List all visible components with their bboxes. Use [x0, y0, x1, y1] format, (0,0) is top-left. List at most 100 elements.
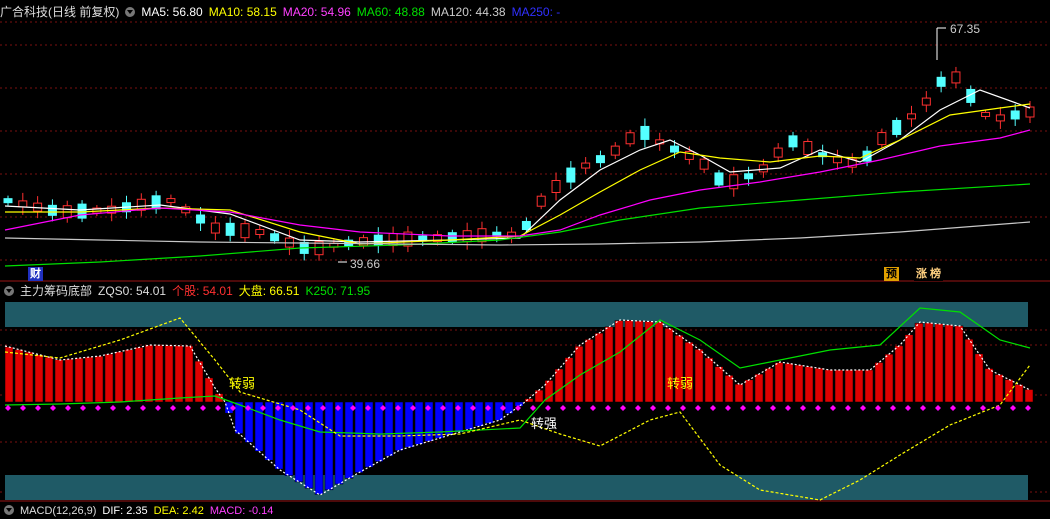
histogram-bar-positive	[914, 322, 924, 403]
candle-body	[240, 223, 250, 239]
signal-dot	[785, 405, 791, 411]
signal-dot	[545, 405, 551, 411]
histogram-bar-positive	[4, 346, 14, 403]
candle-body	[877, 132, 887, 146]
histogram-bar-negative	[304, 401, 314, 489]
histogram-bar-positive	[54, 359, 64, 403]
signal-dot	[845, 405, 851, 411]
histogram-bar-negative	[414, 401, 424, 445]
k250-value: K250: 71.95	[305, 284, 371, 298]
candle-body	[714, 172, 724, 186]
histogram-bar-positive	[944, 324, 954, 403]
candle-body	[3, 198, 13, 204]
signal-dot	[170, 405, 176, 411]
stock-chart-canvas[interactable]	[0, 0, 1050, 511]
upper-band	[5, 302, 1028, 327]
histogram-bar-positive	[614, 320, 624, 403]
signal-dot	[815, 405, 821, 411]
signal-dot	[140, 405, 146, 411]
histogram-bar-positive	[84, 356, 94, 403]
weak-signal-label: 转弱	[229, 376, 256, 391]
histogram-bar-positive	[704, 357, 714, 403]
rise-badge[interactable]: 涨	[914, 267, 929, 281]
histogram-bar-negative	[294, 401, 304, 483]
ranking-badge[interactable]: 榜	[928, 267, 943, 281]
histogram-bar-positive	[854, 369, 864, 403]
candle-body	[640, 125, 650, 140]
signal-dot	[110, 405, 116, 411]
histogram-bar-positive	[654, 321, 664, 403]
histogram-bar-positive	[1004, 379, 1014, 403]
stock-title[interactable]: 广合科技(日线 前复权)	[0, 5, 119, 19]
candle-body	[921, 97, 931, 106]
ma120-value: MA120: 44.38	[430, 5, 506, 19]
histogram-bar-positive	[894, 345, 904, 403]
histogram-bar-positive	[174, 345, 184, 403]
histogram-bar-positive	[844, 369, 854, 403]
histogram-bar-positive	[994, 374, 1004, 403]
candle-body	[803, 141, 813, 156]
signal-dot	[590, 405, 596, 411]
histogram-bar-negative	[264, 401, 274, 461]
histogram-bar-positive	[814, 367, 824, 403]
candle-body	[981, 111, 991, 117]
signal-dot	[65, 405, 71, 411]
histogram-bar-negative	[494, 401, 504, 421]
histogram-bar-positive	[104, 353, 114, 403]
candle-body	[625, 132, 635, 145]
ma5-value: MA5: 56.80	[141, 5, 203, 19]
candle-body	[566, 167, 576, 183]
macd-value: MACD: -0.14	[209, 505, 274, 517]
finance-badge[interactable]: 财	[28, 267, 43, 281]
signal-dot	[530, 405, 536, 411]
histogram-bar-negative	[384, 401, 394, 457]
histogram-bar-positive	[864, 369, 874, 403]
histogram-bar-positive	[124, 349, 134, 403]
histogram-bar-positive	[794, 364, 804, 403]
histogram-bar-negative	[444, 401, 454, 436]
histogram-bar-positive	[114, 351, 124, 403]
signal-dot	[770, 405, 776, 411]
histogram-bar-negative	[274, 401, 284, 470]
histogram-bar-positive	[874, 362, 884, 403]
candle-body	[995, 114, 1005, 122]
forecast-badge[interactable]: 预	[884, 267, 899, 281]
histogram-bar-negative	[234, 401, 244, 434]
candle-body	[699, 158, 709, 170]
signal-dot	[620, 405, 626, 411]
signal-dot	[695, 405, 701, 411]
collapse-icon[interactable]	[125, 7, 136, 17]
candle-body	[255, 228, 265, 235]
macd-title[interactable]: MACD(12,26,9)	[20, 505, 96, 517]
ma10-value: MA10: 58.15	[208, 5, 277, 19]
ma5-line	[4, 89, 1031, 243]
candle-body	[610, 145, 620, 156]
indicator-title[interactable]: 主力筹码底部	[20, 284, 92, 298]
histogram-bar-positive	[94, 355, 104, 403]
candle-body	[47, 204, 57, 216]
histogram-bar-negative	[514, 401, 524, 407]
histogram-bar-positive	[594, 332, 604, 403]
histogram-bar-positive	[144, 344, 154, 403]
histogram-bar-positive	[564, 357, 574, 403]
signal-dot	[935, 405, 941, 411]
dapan-value: 大盘: 66.51	[238, 284, 300, 298]
signal-dot	[1025, 405, 1031, 411]
signal-dot	[890, 405, 896, 411]
histogram-bar-negative	[344, 401, 354, 479]
candle-body	[536, 195, 546, 207]
histogram-bar-positive	[764, 368, 774, 403]
histogram-bar-positive	[634, 320, 644, 403]
signal-dot	[125, 405, 131, 411]
histogram-bar-positive	[64, 358, 74, 403]
collapse-icon[interactable]	[4, 505, 14, 515]
signal-dot	[575, 405, 581, 411]
candle-body	[196, 214, 206, 224]
histogram-bar-positive	[804, 366, 814, 403]
high-price-label: 67.35	[950, 22, 981, 36]
histogram-bar-positive	[74, 357, 84, 403]
dif-value: DIF: 2.35	[102, 505, 148, 517]
collapse-icon[interactable]	[4, 286, 14, 296]
histogram-bar-negative	[354, 401, 364, 473]
histogram-bar-negative	[374, 401, 384, 462]
